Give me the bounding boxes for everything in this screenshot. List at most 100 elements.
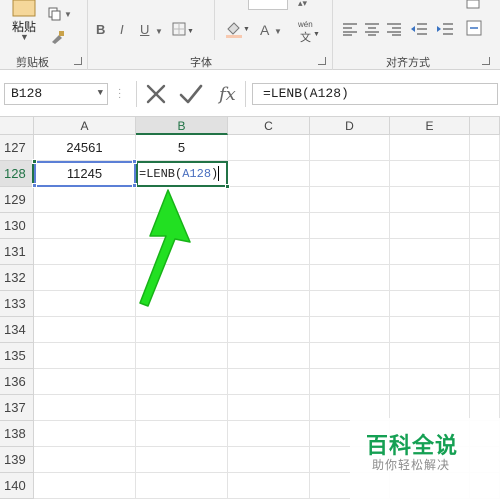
ref-corner-handle[interactable] [132,159,137,164]
align-right-button[interactable] [386,22,402,40]
grid-cell[interactable] [228,187,310,213]
more-icon[interactable]: · · · [118,85,121,103]
grid-cell[interactable] [34,395,136,421]
grid-cell[interactable] [136,447,228,473]
row-header-140[interactable]: 140 [0,473,34,499]
italic-button[interactable]: I [120,22,124,38]
grid-cell[interactable] [390,291,470,317]
grid-cell[interactable] [310,369,390,395]
grid-cell[interactable] [34,421,136,447]
grid-cell[interactable] [228,291,310,317]
merge-center-button[interactable] [466,20,484,40]
row-header-139[interactable]: 139 [0,447,34,473]
formula-input[interactable]: =LENB(A128) [252,83,498,105]
grid-cell[interactable] [136,369,228,395]
grid-cell[interactable] [470,317,500,343]
column-header-f[interactable] [470,117,500,135]
grid-cell[interactable] [470,369,500,395]
grid-cell[interactable] [228,421,310,447]
grid-cell[interactable] [390,369,470,395]
cell-a127[interactable]: 24561 [34,135,136,161]
grid-cell[interactable] [390,161,470,187]
row-header-133[interactable]: 133 [0,291,34,317]
grid-cell[interactable] [390,213,470,239]
grid-cell[interactable] [390,317,470,343]
row-header-130[interactable]: 130 [0,213,34,239]
row-header-135[interactable]: 135 [0,343,34,369]
underline-button[interactable]: U [140,22,149,38]
row-header-127[interactable]: 127 [0,135,34,161]
grid-cell[interactable] [310,187,390,213]
grid-cell[interactable] [310,265,390,291]
grid-cell[interactable] [34,473,136,499]
chevron-down-icon[interactable]: ▼ [98,88,103,98]
row-header-134[interactable]: 134 [0,317,34,343]
grid-cell[interactable] [136,421,228,447]
grid-cell[interactable] [390,265,470,291]
insert-function-icon[interactable]: fx [217,82,241,106]
grid-cell[interactable] [136,343,228,369]
grid-cell[interactable] [34,343,136,369]
row-header-128[interactable]: 128 [0,161,34,187]
grid-cell[interactable] [470,161,500,187]
grid-cell[interactable] [228,447,310,473]
grid-cell[interactable] [34,317,136,343]
cell-b127[interactable]: 5 [136,135,228,161]
column-header-e[interactable]: E [390,117,470,135]
format-painter-button[interactable] [50,30,66,48]
grid-cell[interactable] [228,265,310,291]
bold-button[interactable]: B [96,22,105,38]
column-header-b[interactable]: B [136,117,228,135]
column-header-a[interactable]: A [34,117,136,135]
cancel-icon[interactable] [145,83,167,105]
grid-cell[interactable] [310,135,390,161]
grid-cell[interactable] [470,187,500,213]
grid-cell[interactable] [470,265,500,291]
paste-button[interactable]: 粘贴 ▼ [4,0,44,48]
grid-cell[interactable] [228,317,310,343]
grid-cell[interactable] [310,161,390,187]
grid-cell[interactable] [470,239,500,265]
border-button[interactable]: ▼ [172,22,194,40]
decrease-indent-button[interactable] [410,22,428,40]
enter-check-icon[interactable] [179,83,203,105]
grid-cell[interactable] [228,213,310,239]
column-header-d[interactable]: D [310,117,390,135]
select-all-corner[interactable] [0,117,34,135]
fill-color-button[interactable]: ▼ [224,20,250,42]
grid-cell[interactable] [136,395,228,421]
grid-cell[interactable] [470,213,500,239]
font-size-box[interactable] [248,0,288,10]
grid-cell[interactable] [34,369,136,395]
ref-corner-handle[interactable] [32,159,37,164]
fill-handle[interactable] [225,184,230,189]
name-box[interactable]: B128 ▼ [4,83,108,105]
grid-cell[interactable] [310,213,390,239]
row-header-136[interactable]: 136 [0,369,34,395]
grid-cell[interactable] [310,239,390,265]
grid-cell[interactable] [310,291,390,317]
grid-cell[interactable] [310,343,390,369]
align-left-button[interactable] [342,22,358,40]
grid-cell[interactable] [136,473,228,499]
grid-cell[interactable] [228,473,310,499]
wrap-text-button[interactable] [466,0,482,14]
grid-cell[interactable] [228,395,310,421]
align-center-button[interactable] [364,22,380,40]
row-header-131[interactable]: 131 [0,239,34,265]
grid-cell[interactable] [470,291,500,317]
font-color-button[interactable]: A [260,22,269,38]
grid-cell[interactable] [390,343,470,369]
grid-cell[interactable] [470,343,500,369]
grid-cell[interactable] [228,343,310,369]
grid-cell[interactable] [228,369,310,395]
font-launcher-icon[interactable] [318,57,326,65]
grid-cell[interactable] [228,135,310,161]
top-scroll-icon[interactable]: ▴▾ [298,0,307,9]
grid-cell[interactable] [390,135,470,161]
grid-cell[interactable] [310,317,390,343]
row-header-129[interactable]: 129 [0,187,34,213]
row-header-132[interactable]: 132 [0,265,34,291]
increase-indent-button[interactable] [436,22,454,40]
grid-cell[interactable] [136,317,228,343]
